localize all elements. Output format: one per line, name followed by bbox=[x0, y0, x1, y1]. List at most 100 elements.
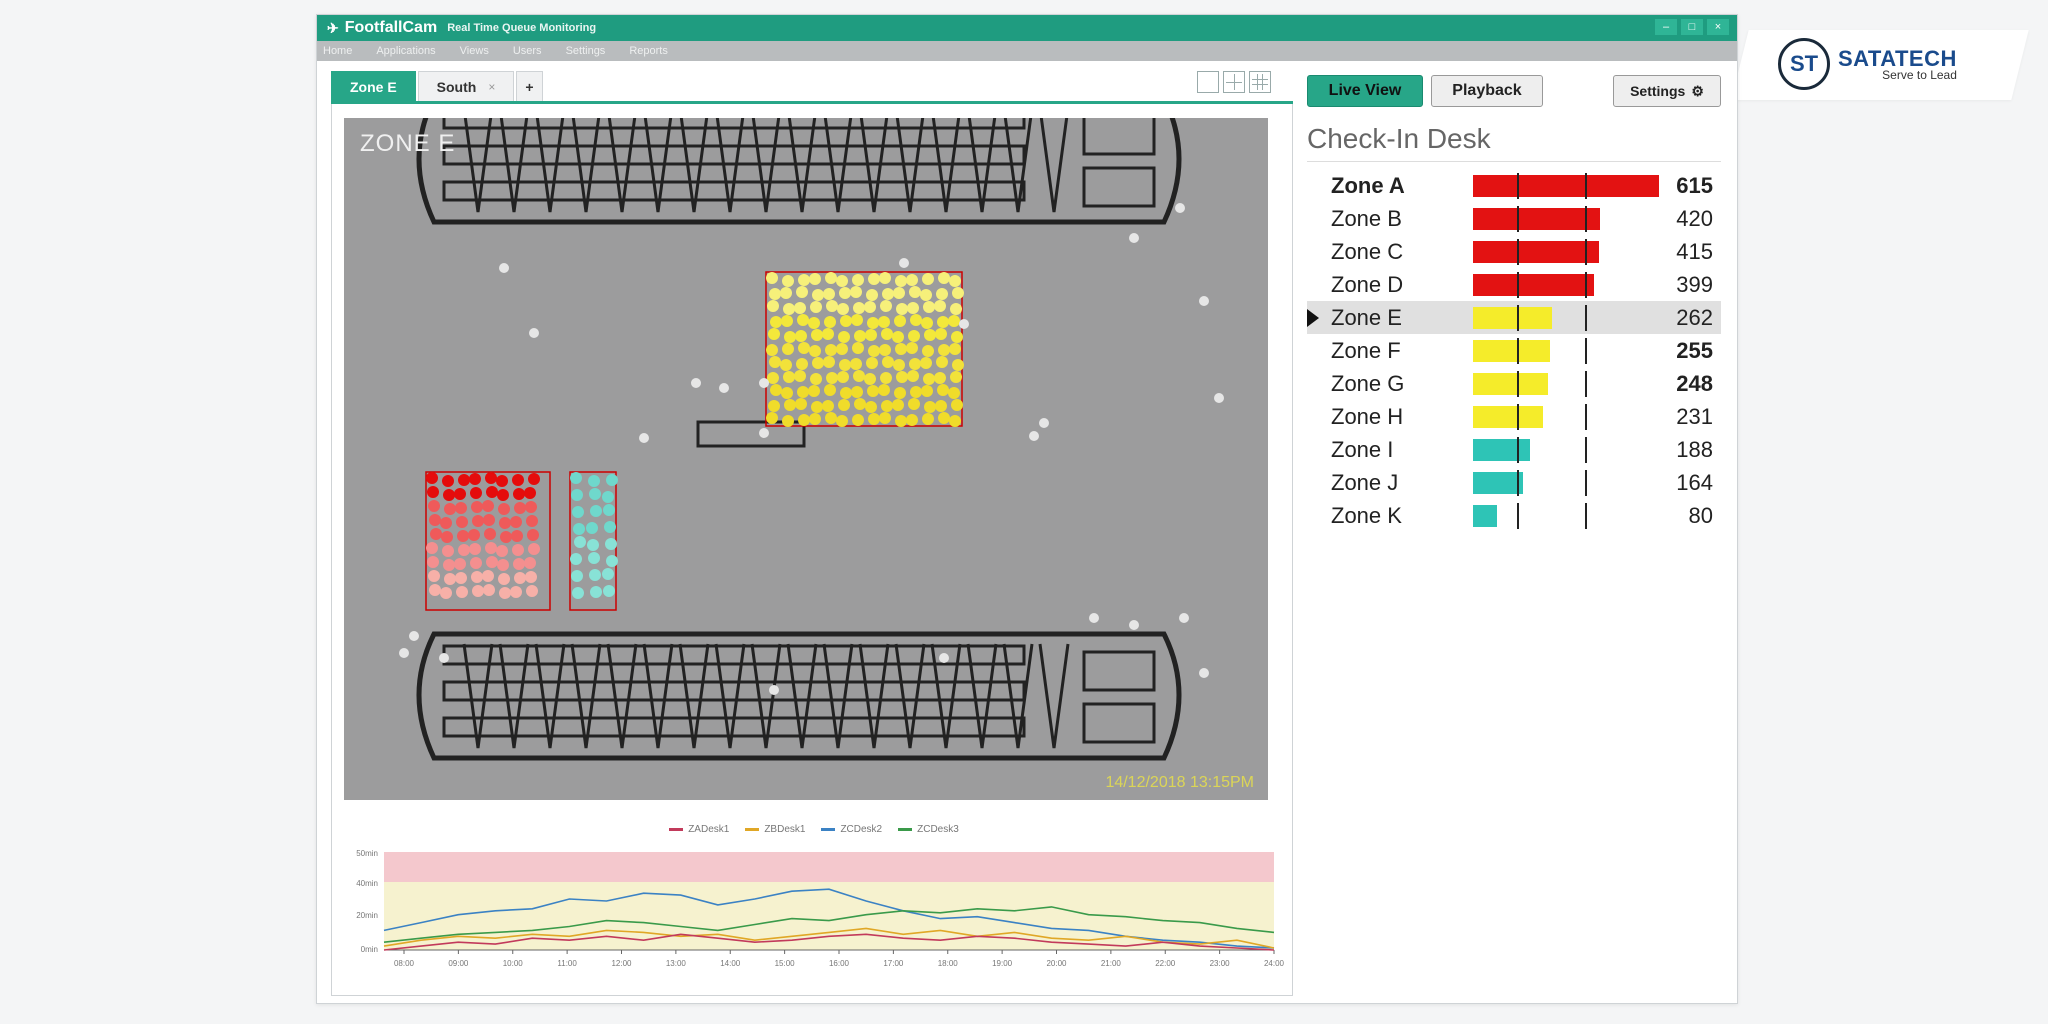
person-marker bbox=[430, 528, 442, 540]
add-tab-button[interactable]: + bbox=[516, 71, 543, 101]
x-tick-label: 16:00 bbox=[829, 959, 850, 968]
settings-button[interactable]: Settings ⚙ bbox=[1613, 75, 1721, 107]
zone-row[interactable]: Zone C 415 bbox=[1307, 235, 1721, 268]
zone-name: Zone I bbox=[1331, 436, 1394, 462]
x-tick-label: 12:00 bbox=[611, 959, 632, 968]
floor-map[interactable]: ZONE E 14/12/2018 13:15PM bbox=[344, 118, 1268, 800]
person-marker bbox=[851, 386, 863, 398]
menu-views[interactable]: Views bbox=[460, 45, 489, 57]
person-marker bbox=[1179, 613, 1189, 623]
close-tab-icon[interactable]: × bbox=[488, 80, 495, 94]
layout-grid4-icon[interactable] bbox=[1223, 71, 1245, 93]
tab-south[interactable]: South × bbox=[417, 71, 515, 101]
minimize-button[interactable]: – bbox=[1655, 19, 1677, 35]
x-tick-label: 17:00 bbox=[883, 959, 904, 968]
person-marker bbox=[882, 288, 894, 300]
person-marker bbox=[882, 356, 894, 368]
threshold-tick bbox=[1517, 338, 1519, 364]
threshold-tick bbox=[1585, 305, 1587, 331]
zone-row[interactable]: Zone B 420 bbox=[1307, 202, 1721, 235]
zone-name: Zone A bbox=[1331, 172, 1405, 198]
person-marker bbox=[485, 542, 497, 554]
person-marker bbox=[527, 529, 539, 541]
counter-booth bbox=[786, 643, 818, 749]
zone-name: Zone D bbox=[1331, 271, 1404, 297]
threshold-tick bbox=[1517, 206, 1519, 232]
app-subtitle: Real Time Queue Monitoring bbox=[447, 22, 597, 34]
tab-zone-e[interactable]: Zone E bbox=[331, 71, 416, 101]
close-button[interactable]: × bbox=[1707, 19, 1729, 35]
zone-value: 255 bbox=[1676, 337, 1713, 363]
person-marker bbox=[920, 357, 932, 369]
person-marker bbox=[838, 331, 850, 343]
zone-bar bbox=[1473, 307, 1553, 329]
person-marker bbox=[769, 288, 781, 300]
layout-grid9-icon[interactable] bbox=[1249, 71, 1271, 93]
person-marker bbox=[399, 648, 409, 658]
person-marker bbox=[570, 553, 582, 565]
zone-row[interactable]: Zone I 188 bbox=[1307, 433, 1721, 466]
person-marker bbox=[906, 342, 918, 354]
person-marker bbox=[770, 316, 782, 328]
person-marker bbox=[496, 475, 508, 487]
zone-name: Zone J bbox=[1331, 469, 1399, 495]
person-marker bbox=[810, 301, 822, 313]
threshold-tick bbox=[1517, 503, 1519, 529]
person-marker bbox=[908, 330, 920, 342]
zone-row[interactable]: Zone A 615 bbox=[1307, 169, 1721, 202]
person-marker bbox=[906, 274, 918, 286]
zone-row[interactable]: Zone K 80 bbox=[1307, 499, 1721, 532]
person-marker bbox=[879, 412, 891, 424]
person-marker bbox=[810, 373, 822, 385]
person-marker bbox=[486, 556, 498, 568]
menu-users[interactable]: Users bbox=[513, 45, 542, 57]
menu-reports[interactable]: Reports bbox=[629, 45, 668, 57]
person-marker bbox=[868, 413, 880, 425]
person-marker bbox=[1129, 233, 1139, 243]
zone-value: 231 bbox=[1676, 403, 1713, 429]
zone-row[interactable]: Zone H 231 bbox=[1307, 400, 1721, 433]
person-marker bbox=[1129, 620, 1139, 630]
counter-lane bbox=[442, 644, 1026, 666]
legend-item: ZCDesk3 bbox=[898, 824, 959, 835]
maximize-button[interactable]: □ bbox=[1681, 19, 1703, 35]
person-marker bbox=[795, 398, 807, 410]
person-marker bbox=[768, 400, 780, 412]
menu-applications[interactable]: Applications bbox=[376, 45, 435, 57]
zone-row[interactable]: Zone D 399 bbox=[1307, 268, 1721, 301]
zone-row[interactable]: Zone J 164 bbox=[1307, 466, 1721, 499]
person-marker bbox=[442, 545, 454, 557]
person-marker bbox=[923, 373, 935, 385]
person-marker bbox=[783, 303, 795, 315]
view-tabs: Zone E South × + bbox=[331, 71, 545, 101]
y-tick-label: 50min bbox=[356, 849, 378, 858]
person-marker bbox=[949, 275, 961, 287]
person-marker bbox=[513, 488, 525, 500]
y-tick-label: 0min bbox=[361, 945, 378, 954]
person-marker bbox=[879, 272, 891, 284]
person-marker bbox=[783, 371, 795, 383]
zone-row[interactable]: Zone G 248 bbox=[1307, 367, 1721, 400]
layout-single-icon[interactable] bbox=[1197, 71, 1219, 93]
playback-button[interactable]: Playback bbox=[1431, 75, 1543, 107]
zone-row[interactable]: Zone E 262 bbox=[1307, 301, 1721, 334]
person-marker bbox=[894, 315, 906, 327]
person-marker bbox=[603, 504, 615, 516]
person-marker bbox=[514, 502, 526, 514]
window-controls: – □ × bbox=[1655, 19, 1729, 35]
menu-settings[interactable]: Settings bbox=[566, 45, 606, 57]
menu-home[interactable]: Home bbox=[323, 45, 352, 57]
zone-value: 420 bbox=[1676, 205, 1713, 231]
counter-booth bbox=[462, 643, 494, 749]
person-marker bbox=[1175, 203, 1185, 213]
person-marker bbox=[571, 570, 583, 582]
person-marker bbox=[840, 387, 852, 399]
zone-bar bbox=[1473, 505, 1498, 527]
threshold-tick bbox=[1585, 437, 1587, 463]
x-tick-label: 13:00 bbox=[666, 959, 687, 968]
zone-row[interactable]: Zone F 255 bbox=[1307, 334, 1721, 367]
person-marker bbox=[812, 289, 824, 301]
person-marker bbox=[428, 500, 440, 512]
person-marker bbox=[782, 415, 794, 427]
live-view-button[interactable]: Live View bbox=[1307, 75, 1423, 107]
